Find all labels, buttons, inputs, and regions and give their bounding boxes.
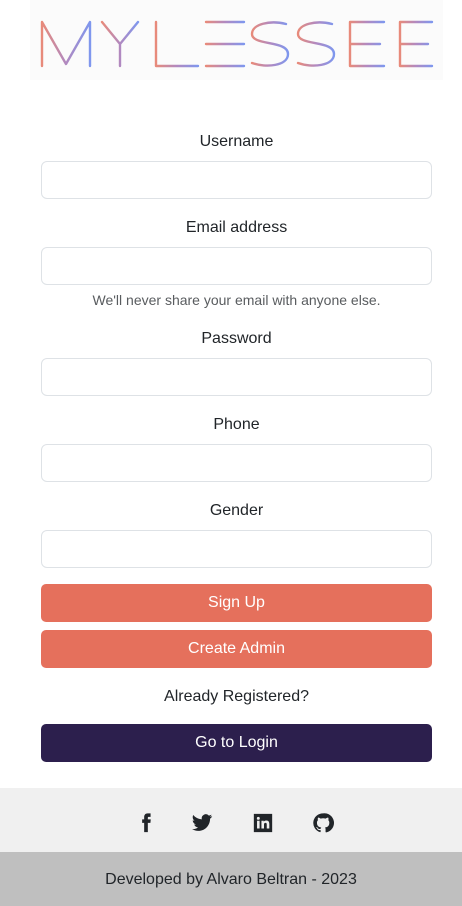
linkedin-icon[interactable]: [252, 812, 274, 834]
phone-input[interactable]: [41, 444, 432, 482]
username-label: Username: [199, 133, 274, 150]
twitter-icon[interactable]: [191, 812, 213, 834]
logo-wordmark: [40, 20, 434, 68]
phone-label: Phone: [213, 416, 260, 433]
password-label: Password: [201, 330, 272, 347]
username-input[interactable]: [41, 161, 432, 199]
email-label: Email address: [185, 219, 288, 236]
email-help-text: We'll never share your email with anyone…: [92, 292, 381, 308]
create-admin-button[interactable]: Create Admin: [41, 630, 432, 668]
gender-label: Gender: [209, 502, 264, 519]
social-links-bar: [0, 788, 462, 852]
email-input[interactable]: [41, 247, 432, 285]
go-to-login-button[interactable]: Go to Login: [41, 724, 432, 762]
password-input[interactable]: [41, 358, 432, 396]
footer: Developed by Alvaro Beltran - 2023: [0, 852, 462, 906]
facebook-icon[interactable]: [135, 812, 157, 834]
footer-credit: Developed by Alvaro Beltran - 2023: [105, 871, 357, 888]
site-logo: [30, 0, 443, 80]
already-registered-text: Already Registered?: [164, 688, 309, 705]
gender-input[interactable]: [41, 530, 432, 568]
github-icon[interactable]: [312, 812, 334, 834]
sign-up-button[interactable]: Sign Up: [41, 584, 432, 622]
